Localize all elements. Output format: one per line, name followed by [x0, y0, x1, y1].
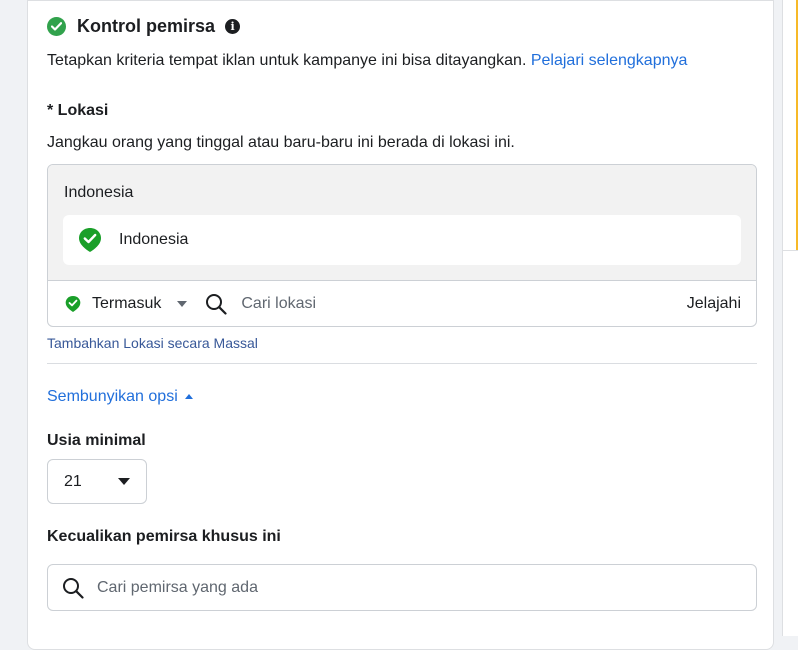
chevron-down-icon — [118, 478, 130, 485]
info-icon[interactable]: i — [225, 18, 241, 34]
learn-more-link[interactable]: Pelajari selengkapnya — [531, 52, 688, 69]
search-icon — [63, 577, 84, 599]
country-group-label: Indonesia — [64, 184, 134, 201]
location-search-bar: Termasuk Jelajahi — [48, 281, 756, 326]
divider — [47, 363, 757, 364]
chevron-down-icon — [177, 301, 188, 307]
browse-button[interactable]: Jelajahi — [687, 295, 741, 313]
bulk-add-locations-link[interactable]: Tambahkan Lokasi secara Massal — [47, 335, 258, 351]
include-dropdown[interactable]: Termasuk — [65, 295, 188, 313]
min-age-label: Usia minimal — [47, 432, 146, 449]
search-icon — [206, 294, 227, 315]
location-selector: Indonesia Indonesia Termasuk Jelajahi — [47, 164, 757, 327]
location-pin-icon — [65, 296, 81, 312]
location-label: * Lokasi — [47, 102, 109, 119]
selected-locations-area: Indonesia Indonesia — [48, 165, 756, 281]
include-dropdown-label: Termasuk — [92, 295, 162, 312]
exclude-audience-search — [47, 564, 757, 611]
audience-search-input[interactable] — [97, 578, 697, 597]
min-age-select[interactable]: 21 — [47, 459, 147, 504]
exclude-audience-label: Kecualikan pemirsa khusus ini — [47, 528, 281, 545]
hide-options-label: Sembunyikan opsi — [47, 388, 178, 405]
selected-location-label: Indonesia — [119, 231, 189, 248]
adjacent-panel-edge — [782, 0, 798, 636]
location-pin-icon — [79, 228, 101, 252]
hide-options-toggle[interactable]: Sembunyikan opsi — [47, 388, 193, 406]
section-title: Kontrol pemirsa — [77, 15, 216, 36]
selected-location-chip[interactable]: Indonesia — [63, 215, 741, 265]
location-sublabel: Jangkau orang yang tinggal atau baru-bar… — [47, 134, 515, 151]
caret-up-icon — [184, 393, 193, 399]
section-description: Tetapkan kriteria tempat iklan untuk kam… — [47, 52, 688, 69]
location-search-input[interactable] — [241, 295, 642, 313]
min-age-value: 21 — [64, 472, 82, 490]
check-circle-icon — [47, 16, 66, 36]
section-header: Kontrol pemirsa i — [47, 14, 241, 38]
